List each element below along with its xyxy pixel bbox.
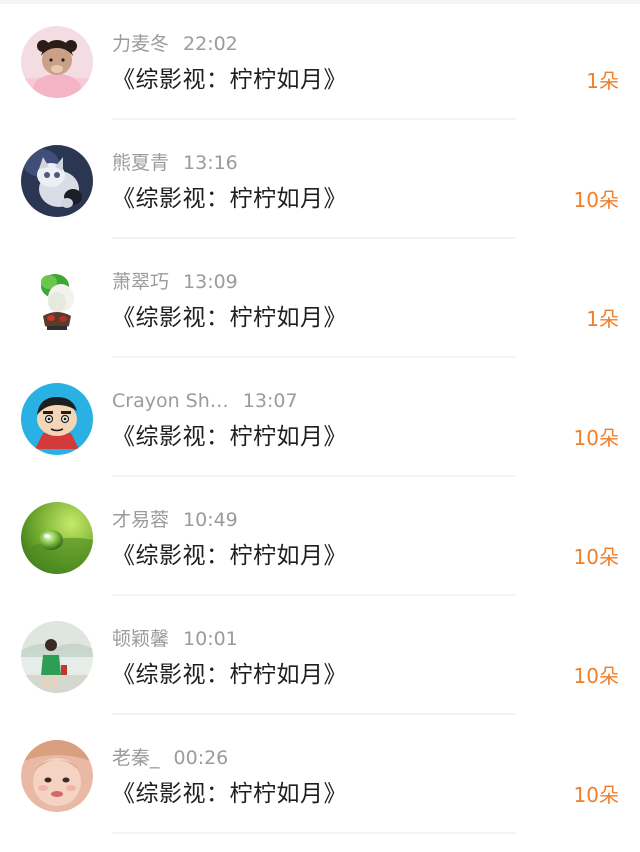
flower-count: 1朵: [586, 69, 619, 93]
waterdrop-avatar-icon[interactable]: [21, 502, 93, 574]
book-title[interactable]: 《综影视：柠柠如月》: [112, 777, 347, 811]
book-title[interactable]: 《综影视：柠柠如月》: [112, 182, 347, 216]
girl-avatar-icon[interactable]: [21, 26, 93, 98]
list-item[interactable]: 力麦冬 22:02 《综影视：柠柠如月》 1朵: [0, 0, 640, 120]
list-item[interactable]: 老秦_ 00:26 《综影视：柠柠如月》 10朵: [0, 714, 640, 834]
cat-avatar-icon[interactable]: [21, 145, 93, 217]
user-name[interactable]: Crayon Sh…: [112, 388, 229, 414]
flower-count: 10朵: [573, 188, 619, 212]
face-avatar-icon[interactable]: [21, 740, 93, 812]
flower-count: 10朵: [573, 783, 619, 807]
item-meta: Crayon Sh… 13:07: [112, 388, 298, 414]
user-name[interactable]: 老秦_: [112, 745, 160, 771]
timestamp: 13:09: [183, 271, 238, 293]
flower-count: 10朵: [573, 426, 619, 450]
book-title[interactable]: 《综影视：柠柠如月》: [112, 420, 347, 454]
item-meta: 老秦_ 00:26: [112, 745, 228, 771]
person-avatar-icon[interactable]: [21, 621, 93, 693]
item-meta: 力麦冬 22:02: [112, 31, 238, 57]
timestamp: 00:26: [173, 747, 229, 769]
list-item[interactable]: Crayon Sh… 13:07 《综影视：柠柠如月》 10朵: [0, 357, 640, 477]
timestamp: 10:49: [183, 509, 238, 531]
list-item[interactable]: 才易蓉 10:49 《综影视：柠柠如月》 10朵: [0, 476, 640, 596]
gift-list: 力麦冬22:02 《综影视：柠柠如月》 1朵 熊夏青13:16 《综影视：柠: [0, 0, 640, 834]
flower-count: 1朵: [586, 307, 619, 331]
cabbage-avatar-icon[interactable]: [21, 264, 93, 336]
flower-count: 10朵: [573, 664, 619, 688]
timestamp: 13:07: [242, 390, 298, 412]
timestamp: 22:02: [183, 33, 238, 55]
list-item[interactable]: 熊夏青 13:16 《综影视：柠柠如月》 10朵: [0, 119, 640, 239]
item-meta: 熊夏青 13:16: [112, 150, 238, 176]
book-title[interactable]: 《综影视：柠柠如月》: [112, 658, 347, 692]
item-meta: 顿颖馨 10:01: [112, 626, 238, 652]
user-name[interactable]: 顿颖馨: [112, 626, 169, 652]
item-meta: 才易蓉 10:49: [112, 507, 238, 533]
book-title[interactable]: 《综影视：柠柠如月》: [112, 301, 347, 335]
flower-count: 10朵: [573, 545, 619, 569]
book-title[interactable]: 《综影视：柠柠如月》: [112, 63, 347, 97]
row-divider: [112, 832, 516, 834]
user-name[interactable]: 熊夏青: [112, 150, 169, 176]
item-meta: 萧翠巧 13:09: [112, 269, 238, 295]
user-name[interactable]: 才易蓉: [112, 507, 169, 533]
timestamp: 10:01: [183, 628, 238, 650]
cartoon-avatar-icon[interactable]: [21, 383, 93, 455]
list-item[interactable]: 顿颖馨 10:01 《综影视：柠柠如月》 10朵: [0, 595, 640, 715]
book-title[interactable]: 《综影视：柠柠如月》: [112, 539, 347, 573]
timestamp: 13:16: [183, 152, 238, 174]
user-name[interactable]: 力麦冬: [112, 31, 169, 57]
list-item[interactable]: 萧翠巧 13:09 《综影视：柠柠如月》 1朵: [0, 238, 640, 358]
user-name[interactable]: 萧翠巧: [112, 269, 169, 295]
